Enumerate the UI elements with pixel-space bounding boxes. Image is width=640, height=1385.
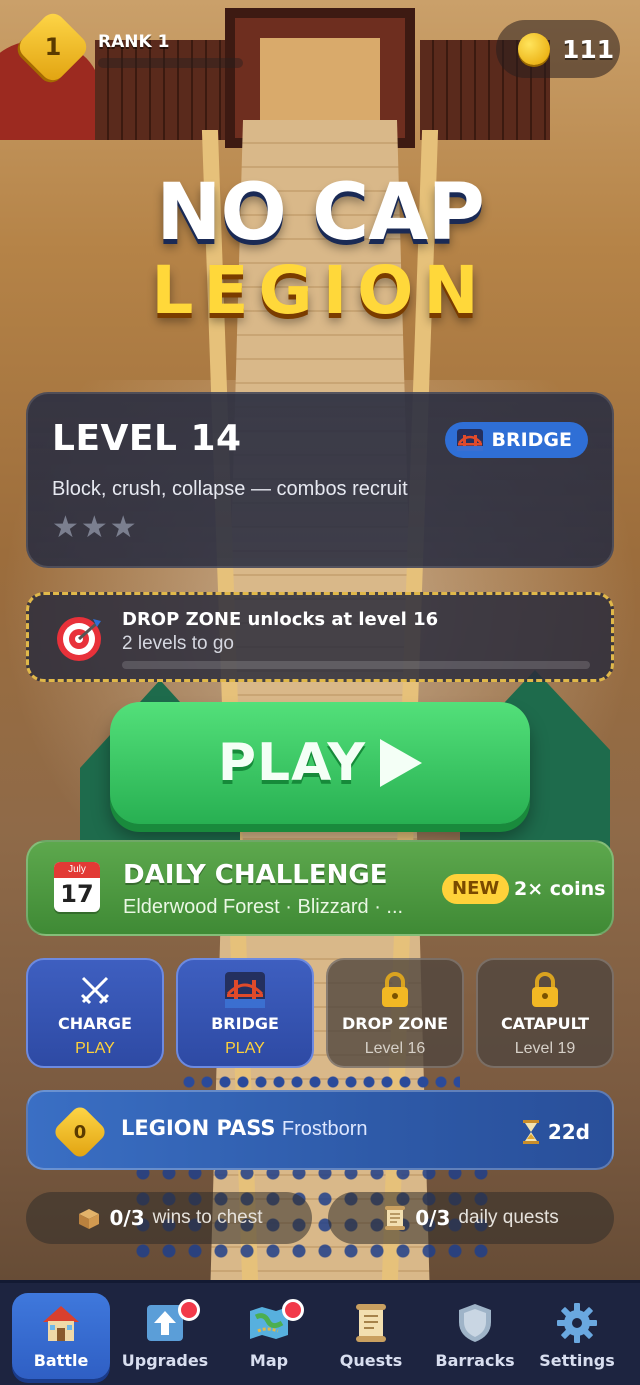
game-title-line1: NO CAP xyxy=(156,168,485,258)
notification-badge xyxy=(178,1299,200,1321)
nav-barracks[interactable]: Barracks xyxy=(426,1293,524,1379)
unlock-subtitle: 2 levels to go xyxy=(122,633,234,654)
quests-progress[interactable]: 0/3 daily quests xyxy=(328,1192,614,1244)
chest-progress[interactable]: 0/3 wins to chest xyxy=(26,1192,312,1244)
mode-charge[interactable]: CHARGE PLAY xyxy=(26,958,164,1068)
legion-pass-card[interactable]: 0 LEGION PASS Frostborn 22d xyxy=(26,1090,614,1170)
mode-name: CATAPULT xyxy=(500,1014,590,1033)
nav-label: Quests xyxy=(339,1351,403,1370)
lock-icon xyxy=(382,972,408,1007)
daily-challenge-title: DAILY CHALLENGE xyxy=(123,860,388,890)
level-stars: ★★★ xyxy=(52,510,139,545)
unlock-title: DROP ZONE unlocks at level 16 xyxy=(122,609,439,630)
nav-label: Map xyxy=(249,1351,289,1370)
level-title: LEVEL 14 xyxy=(52,418,242,459)
daily-challenge-card[interactable]: July 17 DAILY CHALLENGE Elderwood Forest… xyxy=(26,840,614,936)
rank-number: 1 xyxy=(44,33,62,61)
scroll-icon xyxy=(356,1304,386,1342)
level-card[interactable]: LEVEL 14 BRIDGE Block, crush, collapse —… xyxy=(26,392,614,568)
coin-counter[interactable]: 111 xyxy=(496,20,620,78)
pass-timer: 22d xyxy=(522,1120,590,1144)
nav-upgrades[interactable]: Upgrades xyxy=(116,1293,214,1379)
play-button[interactable]: PLAY xyxy=(110,702,530,824)
nav-label: Barracks xyxy=(435,1351,515,1370)
bridge-icon xyxy=(457,429,484,451)
rank-progress-bar xyxy=(98,58,243,68)
house-icon xyxy=(43,1306,79,1341)
calendar-icon: July 17 xyxy=(54,862,100,912)
calendar-month: July xyxy=(54,862,100,878)
chest-count: 0/3 xyxy=(109,1206,145,1230)
mode-name: BRIDGE xyxy=(211,1014,279,1033)
bottom-navigation: Battle Upgrades Map Quests Barracks Sett… xyxy=(0,1280,640,1385)
level-mode-tag: BRIDGE xyxy=(445,422,588,458)
pass-level: 0 xyxy=(73,1121,87,1143)
lock-icon xyxy=(532,972,558,1007)
daily-reward: 2× coins xyxy=(514,878,606,900)
mode-status: Level 19 xyxy=(514,1040,576,1057)
nav-quests[interactable]: Quests xyxy=(322,1293,420,1379)
nav-label: Settings xyxy=(539,1351,615,1370)
new-badge: NEW xyxy=(442,874,510,904)
pass-title-row: LEGION PASS Frostborn xyxy=(121,1116,368,1141)
rank-label: RANK 1 xyxy=(98,32,170,52)
nav-battle[interactable]: Battle xyxy=(12,1293,110,1379)
mode-name: CHARGE xyxy=(58,1014,132,1033)
notification-badge xyxy=(282,1299,304,1321)
mode-status: PLAY xyxy=(75,1040,115,1057)
daily-challenge-subtitle: Elderwood Forest · Blizzard · ... xyxy=(123,896,404,918)
quests-label: daily quests xyxy=(458,1207,559,1228)
coin-icon xyxy=(518,33,550,65)
quests-count: 0/3 xyxy=(415,1206,451,1230)
unlock-banner: DROP ZONE unlocks at level 16 2 levels t… xyxy=(26,592,614,682)
chest-icon xyxy=(78,1209,99,1229)
game-title-line2: LEGION xyxy=(151,252,489,329)
pass-title: LEGION PASS xyxy=(121,1116,276,1140)
level-description: Block, crush, collapse — combos recruit xyxy=(52,478,408,500)
coin-value: 111 xyxy=(562,34,615,64)
level-mode-label: BRIDGE xyxy=(491,429,572,451)
play-arrow-icon xyxy=(380,739,423,787)
mode-name: DROP ZONE xyxy=(341,1014,449,1033)
play-label: PLAY xyxy=(217,733,367,793)
target-icon xyxy=(57,617,101,661)
mode-catapult[interactable]: CATAPULT Level 19 xyxy=(476,958,614,1068)
shield-icon xyxy=(459,1304,491,1342)
nav-map[interactable]: Map xyxy=(220,1293,318,1379)
pass-time-left: 22d xyxy=(547,1120,590,1144)
mode-status: PLAY xyxy=(225,1040,265,1057)
calendar-day: 17 xyxy=(60,880,94,908)
nav-label: Battle xyxy=(33,1351,89,1370)
pass-level-badge: 0 xyxy=(51,1103,109,1161)
nav-label: Upgrades xyxy=(121,1351,209,1370)
scroll-icon xyxy=(385,1206,406,1230)
mode-drop-zone[interactable]: DROP ZONE Level 16 xyxy=(326,958,464,1068)
mode-bridge[interactable]: BRIDGE PLAY xyxy=(176,958,314,1068)
swords-icon xyxy=(80,976,110,1005)
mode-status: Level 16 xyxy=(364,1040,426,1057)
chest-label: wins to chest xyxy=(152,1207,263,1228)
gear-icon xyxy=(557,1303,597,1343)
pass-season: Frostborn xyxy=(281,1118,368,1140)
unlock-progress-bar xyxy=(122,661,590,669)
rank-badge[interactable]: 1 xyxy=(14,8,92,86)
hourglass-icon xyxy=(522,1120,539,1144)
nav-settings[interactable]: Settings xyxy=(528,1293,626,1379)
bridge-icon xyxy=(225,972,265,1008)
